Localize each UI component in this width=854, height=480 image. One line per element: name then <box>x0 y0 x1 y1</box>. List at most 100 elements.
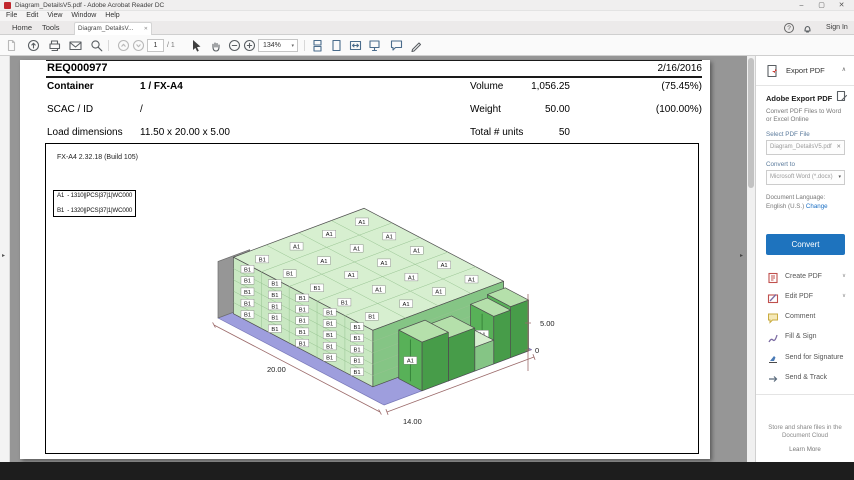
header-row-container: Container 1 / FX-A4 Volume 1,056.25 (75.… <box>20 81 710 95</box>
app-icon <box>4 2 11 9</box>
convert-button[interactable]: Convert <box>766 234 845 255</box>
sidebar-item-fill-sign[interactable]: Fill & Sign <box>756 330 854 348</box>
tab-home[interactable]: Home <box>12 21 32 35</box>
svg-text:A1: A1 <box>386 234 393 240</box>
convert-format-select[interactable]: Microsoft Word (*.docx) ▾ <box>766 170 845 185</box>
title-bar: Diagram_DetailsV5.pdf - Adobe Acrobat Re… <box>0 0 854 11</box>
sidebar-item-send-signature[interactable]: Send for Signature <box>756 351 854 369</box>
selected-file-input[interactable]: Diagram_DetailsV5.pdf ✕ <box>766 140 845 155</box>
tab-document-label: Diagram_DetailsV... <box>78 25 134 32</box>
volume-value: 1,056.25 <box>531 81 570 92</box>
comment-bubble-icon[interactable] <box>390 39 403 52</box>
svg-text:B1: B1 <box>326 310 333 316</box>
svg-text:A1: A1 <box>408 275 415 281</box>
svg-text:B1: B1 <box>326 333 333 339</box>
clear-file-icon[interactable]: ✕ <box>836 141 841 154</box>
comment-icon <box>768 313 778 324</box>
chevron-up-icon: ∧ <box>841 67 846 73</box>
menu-help[interactable]: Help <box>105 11 119 21</box>
tab-close-icon[interactable]: ✕ <box>144 23 148 35</box>
cloud-note-line2: Document Cloud <box>781 432 829 439</box>
comment-label: Comment <box>785 313 816 320</box>
sidebar-item-edit-pdf[interactable]: Edit PDF ∨ <box>756 290 854 308</box>
svg-text:B1: B1 <box>271 293 278 299</box>
left-pane-expand-icon[interactable]: ▸ <box>2 252 5 259</box>
share-upload-icon[interactable] <box>27 39 40 52</box>
pdf-page: REQ000977 2/16/2016 Container 1 / FX-A4 … <box>20 60 710 459</box>
svg-text:A1: A1 <box>468 277 475 283</box>
adobe-export-pdf-title: Adobe Export PDF <box>766 94 833 103</box>
svg-text:B1: B1 <box>244 290 251 296</box>
svg-text:5.00: 5.00 <box>540 319 555 328</box>
fit-width-icon[interactable] <box>349 39 362 52</box>
svg-text:B1: B1 <box>244 301 251 307</box>
menu-window[interactable]: Window <box>71 11 96 21</box>
svg-text:A1: A1 <box>375 288 382 294</box>
hand-tool-icon[interactable] <box>209 39 222 52</box>
sign-in-button[interactable]: Sign In <box>826 21 848 35</box>
export-pdf-header[interactable]: Export PDF ∧ <box>756 56 854 86</box>
svg-text:B1: B1 <box>326 356 333 362</box>
sidebar-item-comment[interactable]: Comment <box>756 310 854 328</box>
svg-text:B1: B1 <box>271 282 278 288</box>
svg-text:B1: B1 <box>299 341 306 347</box>
fill-sign-icon <box>768 334 778 343</box>
svg-text:B1: B1 <box>271 316 278 322</box>
scac-label: SCAC / ID <box>47 104 94 115</box>
sidebar-item-send-track[interactable]: Send & Track <box>756 371 854 389</box>
edit-pdf-label: Edit PDF <box>785 293 814 300</box>
svg-text:B1: B1 <box>353 359 360 365</box>
print-icon[interactable] <box>48 39 61 52</box>
left-pane-strip <box>0 56 10 462</box>
zoom-caret-icon: ▾ <box>291 43 294 49</box>
svg-text:B1: B1 <box>244 313 251 319</box>
fit-one-page-icon[interactable] <box>330 39 343 52</box>
sidebar-item-create-pdf[interactable]: Create PDF ∨ <box>756 270 854 288</box>
learn-more-link[interactable]: Learn More <box>760 446 850 453</box>
notifications-bell-icon[interactable] <box>802 23 813 34</box>
svg-text:A1: A1 <box>441 263 448 269</box>
tab-tools[interactable]: Tools <box>42 21 60 35</box>
zoom-in-icon[interactable] <box>243 39 256 52</box>
close-button[interactable]: ✕ <box>833 0 850 11</box>
fill-sign-label: Fill & Sign <box>785 333 817 340</box>
load-diagram-3d: B1 B1 B1 B1 B1 A1 A1 A1 A1 A1 A1 A1 A1 A1 A1 A1 A1 A1 A1 A1… <box>212 207 555 426</box>
load-diagram-frame: B1 B1 B1 B1 B1 A1 A1 A1 A1 A1 A1 A1 A1 A1 A1 A1 A1 A1 A1 A1… <box>45 143 699 454</box>
search-icon[interactable] <box>90 39 103 52</box>
minimize-button[interactable]: – <box>793 0 810 11</box>
scrollbar-thumb[interactable] <box>748 58 754 188</box>
svg-text:B1: B1 <box>326 344 333 350</box>
panel-doc-pen-icon <box>836 90 848 102</box>
scrolling-mode-icon[interactable] <box>311 39 324 52</box>
header-rule-top <box>46 60 702 61</box>
next-page-icon[interactable] <box>132 39 145 52</box>
menu-view[interactable]: View <box>47 11 62 21</box>
zoom-out-icon[interactable] <box>228 39 241 52</box>
windows-taskbar: I'm Cortana. Ask me anything. e ▦ ılı ıl… <box>0 462 854 480</box>
svg-text:B1: B1 <box>299 319 306 325</box>
zoom-level-select[interactable]: 134% ▾ <box>258 39 298 52</box>
edit-pdf-icon <box>767 294 779 304</box>
right-pane-collapse-icon[interactable]: ▸ <box>740 252 743 259</box>
svg-text:B1: B1 <box>353 336 360 342</box>
sign-pen-icon[interactable] <box>410 39 423 52</box>
menu-edit[interactable]: Edit <box>26 11 38 21</box>
previous-page-icon[interactable] <box>117 39 130 52</box>
select-tool-icon[interactable] <box>190 39 203 52</box>
change-language-link[interactable]: Change <box>806 203 828 210</box>
tab-document[interactable]: Diagram_DetailsV... ✕ <box>74 22 152 35</box>
save-icon[interactable] <box>5 39 18 52</box>
header-row-scac: SCAC / ID / Weight 50.00 (100.00%) <box>20 104 710 118</box>
document-language-value: English (U.S.) <box>766 203 805 210</box>
volume-percent: (75.45%) <box>661 81 702 92</box>
help-icon[interactable]: ? <box>784 23 794 33</box>
send-track-label: Send & Track <box>785 374 828 381</box>
email-icon[interactable] <box>69 39 82 52</box>
menu-file[interactable]: File <box>6 11 17 21</box>
maximize-button[interactable]: ▢ <box>813 0 830 11</box>
svg-text:B1: B1 <box>313 286 320 292</box>
toolbar: 1 / 1 134% ▾ <box>0 35 854 56</box>
page-number-input[interactable]: 1 <box>147 39 164 52</box>
chevron-down-icon: ∨ <box>841 273 846 279</box>
reading-mode-icon[interactable] <box>368 39 381 52</box>
